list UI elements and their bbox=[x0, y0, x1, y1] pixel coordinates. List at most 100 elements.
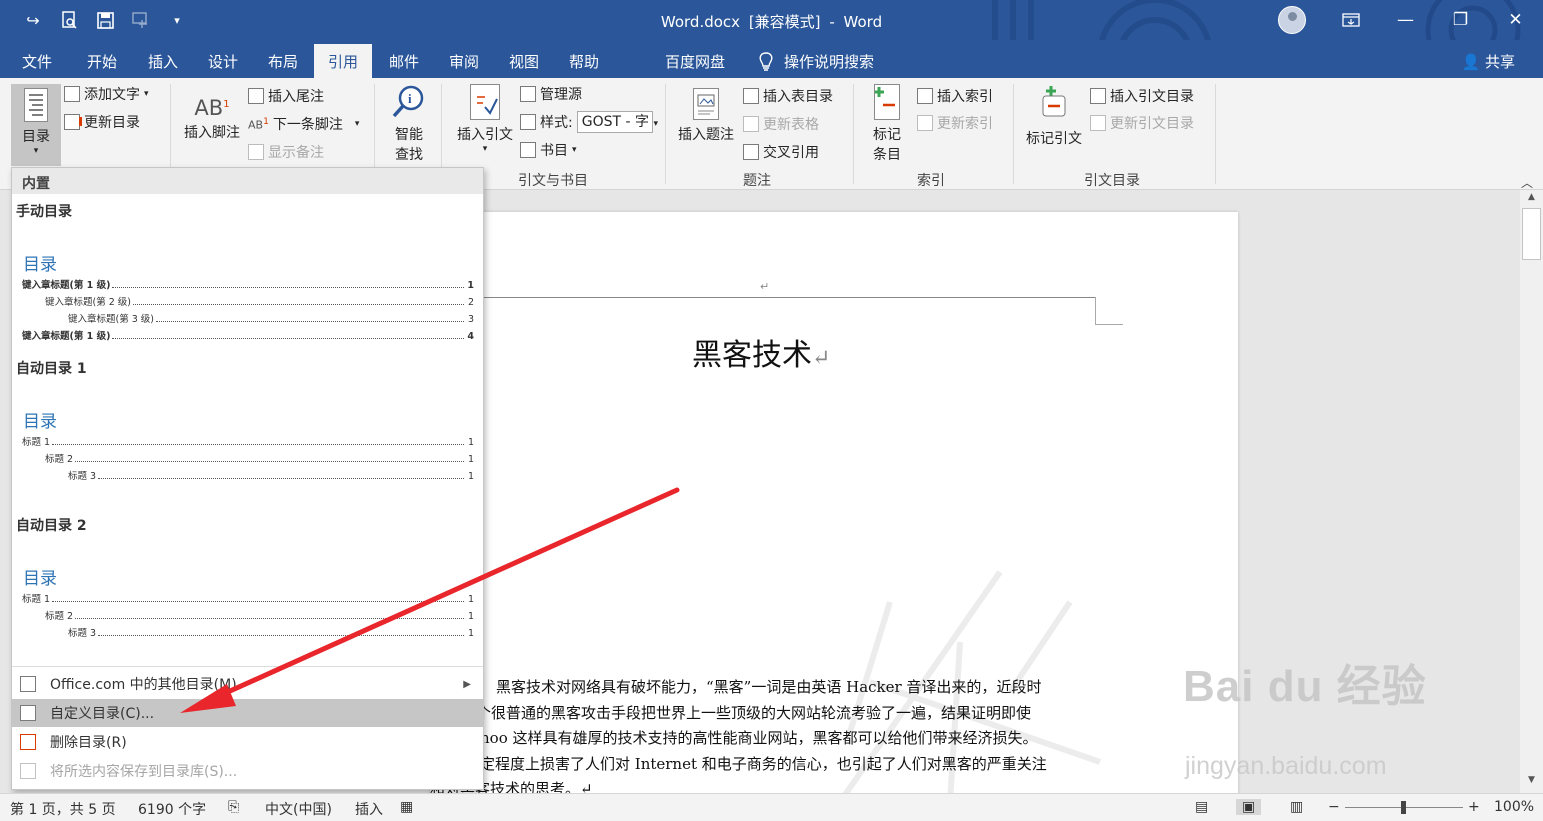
update-table-button[interactable]: 更新表格 bbox=[743, 114, 819, 134]
collapse-ribbon-icon[interactable]: ︿ bbox=[1521, 174, 1533, 191]
add-text-icon bbox=[64, 86, 80, 102]
body-line-1: 黑客技术对网络具有破坏能力，“黑客”一词是由英语 Hacker 音译出来的，近段… bbox=[496, 678, 1042, 696]
body-line-4: 定程度上损害了人们对 Internet 和电子商务的信心，也引起了人们对黑客的严… bbox=[480, 754, 1047, 773]
tab-review[interactable]: 审阅 bbox=[446, 48, 482, 78]
mark-citation-icon bbox=[1037, 84, 1071, 122]
show-notes-icon bbox=[248, 144, 264, 160]
mark-entry-label-2: 条目 bbox=[873, 147, 901, 163]
style-icon bbox=[520, 114, 536, 130]
bibliography-button[interactable]: 书目 ▾ bbox=[520, 140, 577, 160]
more-toc-from-office-menu-item[interactable]: Office.com 中的其他目录(M) ▶ bbox=[12, 670, 483, 698]
chevron-down-icon: ▾ bbox=[653, 119, 658, 129]
language-status[interactable]: 中文(中国) bbox=[265, 799, 332, 819]
preview-toc-line: 标题 11 bbox=[22, 437, 474, 448]
group-separator bbox=[665, 84, 666, 184]
tab-insert[interactable]: 插入 bbox=[146, 48, 180, 78]
scroll-up-icon[interactable]: ▲ bbox=[1520, 192, 1543, 208]
tab-file[interactable]: 文件 bbox=[22, 48, 52, 78]
gallery-item-auto-toc-1[interactable]: 自动目录 1 目录 标题 11 标题 21 标题 31 bbox=[12, 353, 483, 503]
zoom-in-button[interactable]: + bbox=[1468, 799, 1480, 815]
ribbon-display-options-icon[interactable] bbox=[1323, 0, 1378, 40]
account-avatar[interactable] bbox=[1278, 6, 1306, 34]
custom-toc-menu-item[interactable]: 自定义目录(C)... bbox=[12, 699, 483, 727]
remove-toc-icon bbox=[20, 734, 36, 750]
page-count[interactable]: 第 1 页，共 5 页 bbox=[10, 799, 116, 819]
vertical-scrollbar[interactable]: ▲ ▼ bbox=[1520, 190, 1543, 793]
manage-sources-button[interactable]: 管理源 bbox=[520, 84, 582, 104]
lightbulb-icon bbox=[759, 51, 773, 71]
insert-index-button[interactable]: 插入索引 bbox=[917, 86, 993, 106]
add-text-label: 添加文字 bbox=[84, 87, 140, 103]
mark-entry-button[interactable]: 标记 条目 bbox=[862, 84, 912, 164]
insert-table-of-authorities-button[interactable]: 插入引文目录 bbox=[1090, 86, 1194, 106]
gallery-section-header: 内置 bbox=[12, 168, 483, 194]
gallery-item-manual-toc[interactable]: 手动目录 目录 键入章标题(第 1 级) 1 键入章标题(第 2 级) 2 键入章标… bbox=[12, 196, 483, 346]
title-bar: ↪ ▾ Word.docx [兼容模式] - Word — ❐ ✕ bbox=[0, 0, 1543, 78]
update-toc-button[interactable]: 更新目录 bbox=[64, 112, 140, 132]
gallery-item-auto-toc-2[interactable]: 自动目录 2 目录 标题 11 标题 21 标题 31 bbox=[12, 510, 483, 660]
zoom-level[interactable]: 100% bbox=[1494, 799, 1534, 815]
insert-caption-button[interactable]: 插入题注 bbox=[675, 88, 737, 144]
zoom-slider-knob[interactable] bbox=[1401, 801, 1406, 814]
mark-entry-icon bbox=[874, 84, 900, 120]
insert-endnote-button[interactable]: 插入尾注 bbox=[248, 86, 324, 106]
group-label-captions: 题注 bbox=[743, 173, 771, 189]
save-selection-to-gallery-menu-item[interactable]: 将所选内容保存到目录库(S)... bbox=[12, 757, 483, 785]
tab-help[interactable]: 帮助 bbox=[566, 48, 602, 78]
preview-heading: 目录 bbox=[23, 412, 57, 432]
add-text-button[interactable]: 添加文字 ▾ bbox=[64, 84, 149, 104]
baidu-watermark-url: jingyan.baidu.com bbox=[1185, 752, 1387, 780]
update-toa-icon bbox=[1090, 115, 1106, 131]
chevron-down-icon: ▾ bbox=[144, 89, 149, 99]
style-combo[interactable]: GOST - 字 ▾ bbox=[576, 111, 658, 133]
tab-references[interactable]: 引用 bbox=[314, 44, 372, 78]
bibliography-label: 书目 bbox=[540, 143, 568, 159]
update-index-button[interactable]: 更新索引 bbox=[917, 113, 993, 133]
word-count[interactable]: 6190 个字 bbox=[138, 799, 206, 819]
next-footnote-button[interactable]: AB1 下一条脚注 ▾ bbox=[248, 114, 359, 134]
insert-index-label: 插入索引 bbox=[937, 89, 993, 105]
tab-baidu-netdisk[interactable]: 百度网盘 bbox=[662, 48, 728, 78]
scroll-down-icon[interactable]: ▼ bbox=[1520, 775, 1543, 791]
read-mode-icon[interactable]: ▤ bbox=[1195, 799, 1208, 815]
document-page[interactable]: ↵ 黑客技术↵ 黑客技术对网络具有破坏能力，“黑客”一词是由英语 Hacker … bbox=[430, 212, 1238, 793]
insert-citation-button[interactable]: 插入引文 ▾ bbox=[452, 84, 518, 154]
smart-lookup-button[interactable]: i 智能 查找 bbox=[384, 84, 434, 164]
zoom-out-button[interactable]: − bbox=[1328, 799, 1340, 815]
tab-layout[interactable]: 布局 bbox=[266, 48, 300, 78]
show-notes-button[interactable]: 显示备注 bbox=[248, 142, 324, 162]
insert-caption-icon bbox=[693, 88, 719, 120]
tab-mailings[interactable]: 邮件 bbox=[386, 48, 422, 78]
tab-home[interactable]: 开始 bbox=[85, 48, 119, 78]
tell-me-search[interactable]: 操作说明搜索 bbox=[758, 51, 874, 72]
group-separator bbox=[1013, 84, 1014, 184]
table-of-contents-button[interactable]: 目录 ▾ bbox=[11, 84, 61, 166]
citation-style-select[interactable]: 样式: GOST - 字 ▾ bbox=[520, 111, 658, 133]
close-icon[interactable]: ✕ bbox=[1488, 0, 1543, 40]
share-button[interactable]: 👤 共享 bbox=[1462, 51, 1515, 72]
web-layout-icon[interactable]: ▥ bbox=[1290, 799, 1303, 815]
proofing-icon[interactable]: ⎘ bbox=[228, 799, 239, 815]
minimize-icon[interactable]: — bbox=[1378, 0, 1433, 40]
preview-heading: 目录 bbox=[23, 255, 57, 275]
zoom-slider[interactable] bbox=[1345, 801, 1463, 814]
gallery-item-title: 自动目录 1 bbox=[16, 361, 87, 377]
tab-design[interactable]: 设计 bbox=[205, 48, 241, 78]
title-separator: - bbox=[829, 13, 835, 31]
remove-toc-menu-item[interactable]: 删除目录(R) bbox=[12, 728, 483, 756]
custom-toc-icon bbox=[20, 705, 36, 721]
cross-reference-button[interactable]: 交叉引用 bbox=[743, 142, 819, 162]
insert-footnote-button[interactable]: AB1 插入脚注 bbox=[178, 88, 246, 142]
mark-citation-button[interactable]: 标记引文 bbox=[1022, 84, 1086, 148]
macro-record-icon[interactable]: ▦ bbox=[400, 799, 413, 815]
scrollbar-thumb[interactable] bbox=[1522, 208, 1541, 260]
insert-table-of-figures-button[interactable]: 插入表目录 bbox=[743, 86, 833, 106]
document-title[interactable]: 黑客技术↵ bbox=[692, 330, 830, 374]
restore-icon[interactable]: ❐ bbox=[1433, 0, 1488, 40]
print-layout-icon[interactable]: ▣ bbox=[1236, 799, 1262, 815]
update-table-of-authorities-button[interactable]: 更新引文目录 bbox=[1090, 113, 1194, 133]
document-body[interactable]: 黑客技术对网络具有破坏能力，“黑客”一词是由英语 Hacker 音译出来的，近段… bbox=[430, 675, 1110, 793]
show-notes-label: 显示备注 bbox=[268, 145, 324, 161]
tab-view[interactable]: 视图 bbox=[506, 48, 542, 78]
insert-mode[interactable]: 插入 bbox=[355, 799, 383, 819]
